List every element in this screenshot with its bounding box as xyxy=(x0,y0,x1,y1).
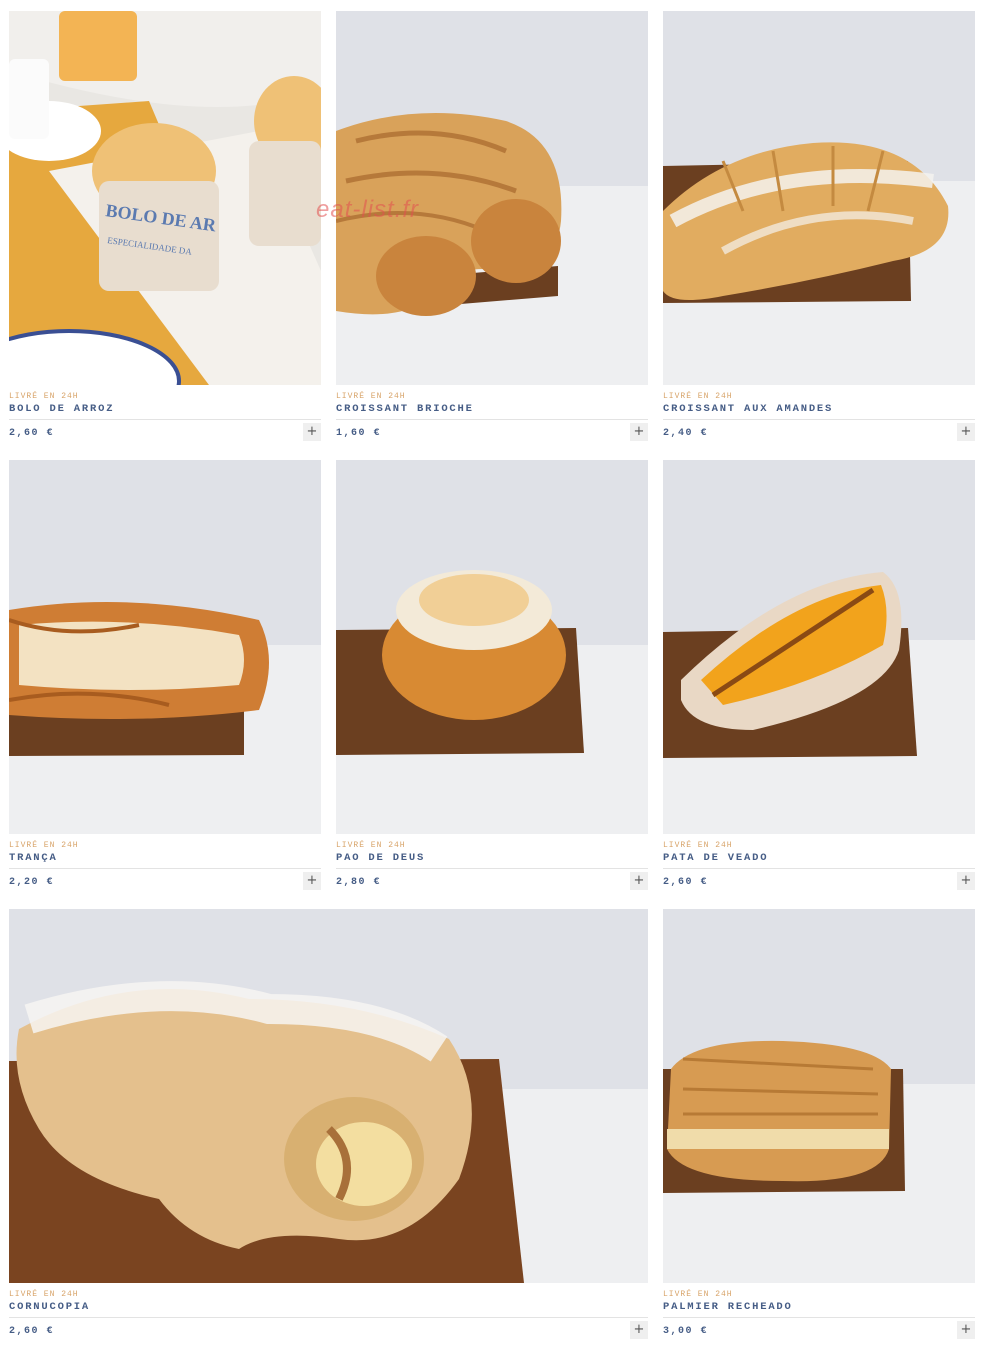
delivery-label: LIVRÉ EN 24H xyxy=(9,841,79,850)
product-photo-tranca[interactable] xyxy=(9,460,321,834)
divider xyxy=(663,1317,975,1318)
add-to-cart-button[interactable]: + xyxy=(303,872,321,890)
delivery-label: LIVRÉ EN 24H xyxy=(663,1290,733,1299)
product-photo-palmier-recheado[interactable] xyxy=(663,909,975,1283)
product-card[interactable]: LIVRÉ EN 24H PALMIER RECHEADO 3,00 € + xyxy=(663,909,975,1349)
divider xyxy=(9,419,321,420)
product-name[interactable]: CORNUCOPIA xyxy=(9,1301,90,1313)
product-price: 2,40 € xyxy=(663,428,709,439)
product-price: 2,20 € xyxy=(9,877,55,888)
product-card[interactable]: LIVRÉ EN 24H TRANÇA 2,20 € + xyxy=(9,460,321,900)
add-to-cart-button[interactable]: + xyxy=(957,423,975,441)
product-price: 1,60 € xyxy=(336,428,382,439)
product-price: 2,60 € xyxy=(9,1326,55,1337)
product-photo-pao-de-deus[interactable] xyxy=(336,460,648,834)
product-price: 2,60 € xyxy=(663,877,709,888)
product-photo-croissant-aux-amandes[interactable] xyxy=(663,11,975,385)
add-to-cart-button[interactable]: + xyxy=(303,423,321,441)
add-to-cart-button[interactable]: + xyxy=(630,872,648,890)
product-price: 3,00 € xyxy=(663,1326,709,1337)
product-card[interactable]: LIVRÉ EN 24H CROISSANT BRIOCHE 1,60 € + xyxy=(336,11,648,451)
product-price: 2,80 € xyxy=(336,877,382,888)
product-name[interactable]: BOLO DE ARROZ xyxy=(9,403,114,415)
product-card[interactable]: LIVRÉ EN 24H CORNUCOPIA 2,60 € + xyxy=(9,909,648,1349)
divider xyxy=(9,1317,648,1318)
delivery-label: LIVRÉ EN 24H xyxy=(663,841,733,850)
divider xyxy=(336,419,648,420)
delivery-label: LIVRÉ EN 24H xyxy=(336,841,406,850)
add-to-cart-button[interactable]: + xyxy=(630,423,648,441)
add-to-cart-button[interactable]: + xyxy=(957,1321,975,1339)
delivery-label: LIVRÉ EN 24H xyxy=(9,392,79,401)
product-name[interactable]: TRANÇA xyxy=(9,852,58,864)
divider xyxy=(336,868,648,869)
product-card[interactable]: LIVRÉ EN 24H PAO DE DEUS 2,80 € + xyxy=(336,460,648,900)
product-photo-bolo-de-arroz[interactable]: BOLO DE AR ESPECIALIDADE DA xyxy=(9,11,321,385)
divider xyxy=(663,868,975,869)
add-to-cart-button[interactable]: + xyxy=(957,872,975,890)
delivery-label: LIVRÉ EN 24H xyxy=(663,392,733,401)
delivery-label: LIVRÉ EN 24H xyxy=(336,392,406,401)
watermark: eat-list.fr xyxy=(316,196,420,223)
add-to-cart-button[interactable]: + xyxy=(630,1321,648,1339)
product-price: 2,60 € xyxy=(9,428,55,439)
product-card[interactable]: BOLO DE AR ESPECIALIDADE DA LIVRÉ EN 24H… xyxy=(9,11,321,451)
product-photo-cornucopia[interactable] xyxy=(9,909,648,1283)
divider xyxy=(663,419,975,420)
product-name[interactable]: CROISSANT AUX AMANDES xyxy=(663,403,833,415)
product-name[interactable]: PALMIER RECHEADO xyxy=(663,1301,793,1313)
product-name[interactable]: PATA DE VEADO xyxy=(663,852,768,864)
delivery-label: LIVRÉ EN 24H xyxy=(9,1290,79,1299)
divider xyxy=(9,868,321,869)
product-name[interactable]: PAO DE DEUS xyxy=(336,852,425,864)
product-card[interactable]: LIVRÉ EN 24H CROISSANT AUX AMANDES 2,40 … xyxy=(663,11,975,451)
product-photo-pata-de-veado[interactable] xyxy=(663,460,975,834)
product-card[interactable]: LIVRÉ EN 24H PATA DE VEADO 2,60 € + xyxy=(663,460,975,900)
product-name[interactable]: CROISSANT BRIOCHE xyxy=(336,403,474,415)
